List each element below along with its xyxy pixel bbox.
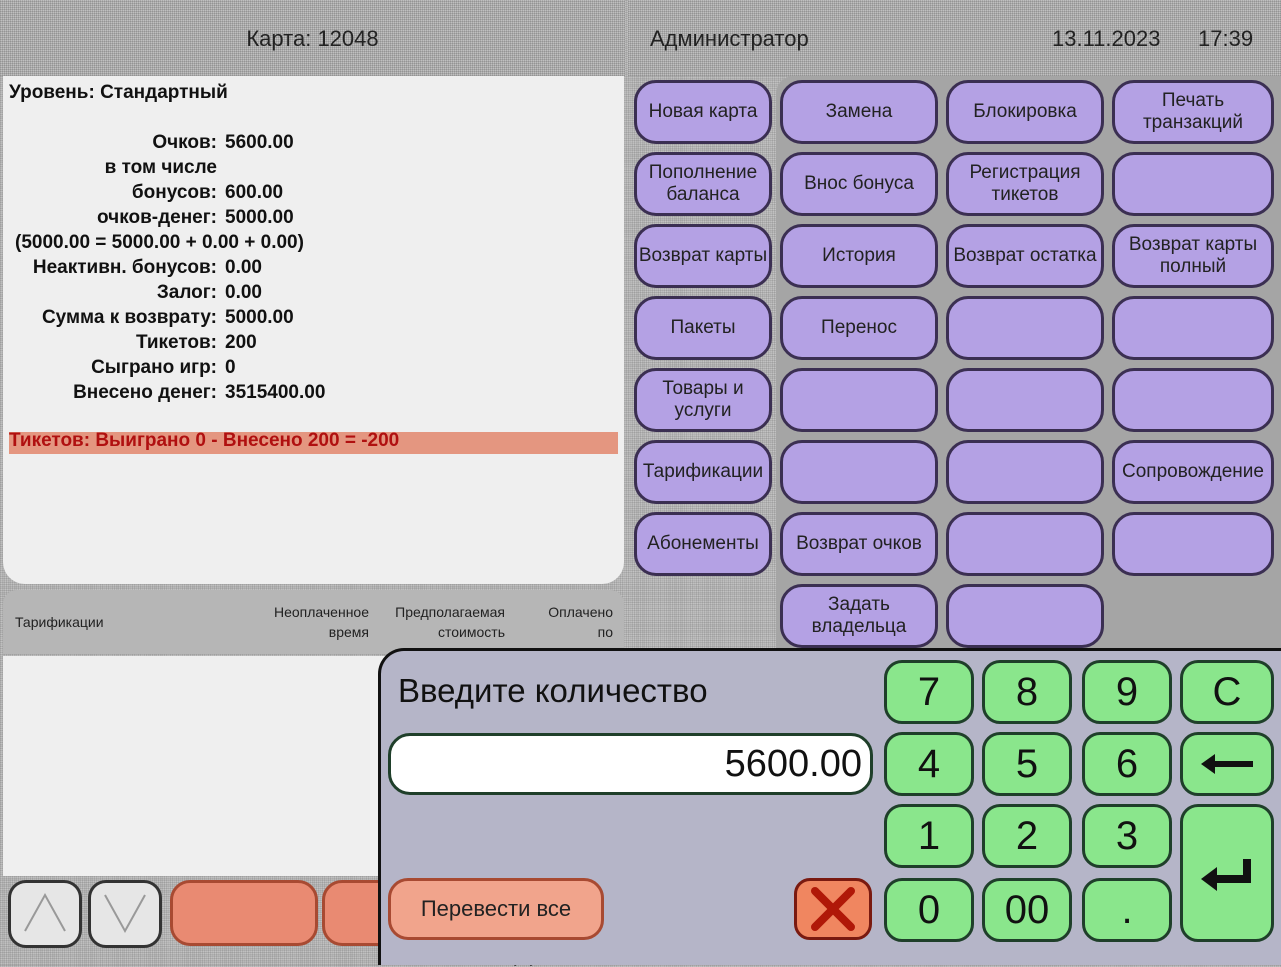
tickets-label: Тикетов: [135, 332, 217, 353]
bonus-label: бонусов: [131, 182, 217, 203]
disabled-action-11 [946, 584, 1104, 648]
col-paid-until-line1: Оплачено [548, 604, 613, 620]
points-value: 5600.00 [225, 132, 294, 153]
replace-button[interactable]: Замена [780, 80, 938, 144]
user-name: Администратор [650, 26, 809, 51]
points-label: Очков: [152, 132, 217, 153]
key-0[interactable]: 0 [884, 878, 974, 942]
scroll-up-button[interactable] [8, 880, 82, 948]
key-9[interactable]: 9 [1082, 660, 1172, 724]
dialog-title: Введите количество [398, 672, 708, 709]
key-8[interactable]: 8 [982, 660, 1072, 724]
deposit-label: Залог: [156, 282, 217, 303]
transfer-all-button[interactable]: Перевести все [388, 878, 604, 940]
chevron-down-icon [104, 894, 146, 934]
col-estimated-cost-line2: стоимость [438, 624, 505, 640]
money-points-value: 5000.00 [225, 207, 294, 228]
add-bonus-button[interactable]: Внос бонуса [780, 152, 938, 216]
return-points-button[interactable]: Возврат очков [780, 512, 938, 576]
top-up-balance-button[interactable]: Пополнение баланса [634, 152, 772, 216]
backspace-arrow-icon [1201, 754, 1253, 774]
return-card-full-button[interactable]: Возврат карты полный [1112, 224, 1274, 288]
tariffs-button[interactable]: Тарификации [634, 440, 772, 504]
disabled-action-10 [1112, 512, 1274, 576]
key-2[interactable]: 2 [982, 804, 1072, 868]
block-button[interactable]: Блокировка [946, 80, 1104, 144]
key-00[interactable]: 00 [982, 878, 1072, 942]
key-5[interactable]: 5 [982, 732, 1072, 796]
set-owner-button[interactable]: Задать владельца [780, 584, 938, 648]
games-played-value: 0 [225, 357, 236, 378]
money-deposited-label: Внесено денег: [73, 382, 217, 403]
tickets-summary: Тикетов: Выиграно 0 - Внесено 200 = -200 [9, 430, 400, 451]
card-title: Карта: 12048 [246, 26, 379, 51]
key-clear[interactable]: C [1180, 660, 1274, 724]
card-info-panel: Уровень: Стандартный Очков: 5600.00 в то… [3, 76, 624, 584]
col-paid-until: Оплачено по [513, 602, 613, 642]
disabled-action-2 [946, 296, 1104, 360]
key-decimal[interactable]: . [1082, 878, 1172, 942]
register-tickets-button[interactable]: Регистрация тикетов [946, 152, 1104, 216]
chevron-up-icon [24, 892, 66, 932]
cancel-button[interactable] [794, 878, 872, 940]
return-card-button[interactable]: Возврат карты [634, 224, 772, 288]
col-unpaid-time-line2: время [328, 624, 369, 640]
print-transactions-button[interactable]: Печать транзакций [1112, 80, 1274, 144]
disabled-action-4 [780, 368, 938, 432]
col-unpaid-time-line1: Неоплаченное [273, 604, 369, 620]
scroll-down-button[interactable] [88, 880, 162, 948]
key-6[interactable]: 6 [1082, 732, 1172, 796]
disabled-action-8 [946, 440, 1104, 504]
return-balance-button[interactable]: Возврат остатка [946, 224, 1104, 288]
key-1[interactable]: 1 [884, 804, 974, 868]
inactive-bonus-value: 0.00 [225, 257, 262, 278]
disabled-action-1 [1112, 152, 1274, 216]
new-card-button[interactable]: Новая карта [634, 80, 772, 144]
enter-icon [1201, 859, 1251, 891]
escort-button[interactable]: Сопровождение [1112, 440, 1274, 504]
current-date: 13.11.2023 [1052, 26, 1161, 51]
refund-sum-label: Сумма к возврату: [41, 307, 217, 328]
disabled-action-9 [946, 512, 1104, 576]
including-label: в том числе [104, 157, 217, 178]
points-formula: (5000.00 = 5000.00 + 0.00 + 0.00) [15, 232, 304, 253]
packages-button[interactable]: Пакеты [634, 296, 772, 360]
disabled-action-3 [1112, 296, 1274, 360]
games-played-label: Сыграно игр: [91, 357, 217, 378]
goods-services-button[interactable]: Товары и услуги [634, 368, 772, 432]
refund-sum-value: 5000.00 [225, 307, 294, 328]
disabled-action-7 [780, 440, 938, 504]
money-deposited-value: 3515400.00 [225, 382, 326, 403]
money-points-label: очков-денег: [97, 207, 217, 228]
card-level: Уровень: Стандартный [9, 82, 228, 103]
tickets-value: 200 [225, 332, 257, 353]
key-4[interactable]: 4 [884, 732, 974, 796]
col-estimated-cost: Предполагаемая стоимость [373, 602, 505, 642]
enter-key[interactable] [1180, 804, 1274, 942]
current-time: 17:39 [1198, 26, 1254, 51]
col-tarif: Тарификации [15, 614, 104, 630]
key-7[interactable]: 7 [884, 660, 974, 724]
deposit-value: 0.00 [225, 282, 262, 303]
close-icon [811, 887, 855, 931]
bonus-value: 600.00 [225, 182, 284, 203]
col-unpaid-time: Неоплаченное время [233, 602, 369, 642]
transfer-button[interactable]: Перенос [780, 296, 938, 360]
history-button[interactable]: История [780, 224, 938, 288]
key-3[interactable]: 3 [1082, 804, 1172, 868]
tarif-table-header: Тарификации Неоплаченное время Предполаг… [3, 590, 624, 654]
inactive-bonus-label: Неактивн. бонусов: [32, 257, 217, 278]
bottom-action-button-1[interactable] [170, 880, 318, 946]
col-estimated-cost-line1: Предполагаемая [395, 604, 505, 620]
disabled-action-6 [1112, 368, 1274, 432]
subscriptions-button[interactable]: Абонементы [634, 512, 772, 576]
disabled-action-5 [946, 368, 1104, 432]
backspace-key[interactable] [1180, 732, 1274, 796]
col-paid-until-line2: по [597, 624, 613, 640]
quantity-input[interactable] [388, 733, 873, 795]
